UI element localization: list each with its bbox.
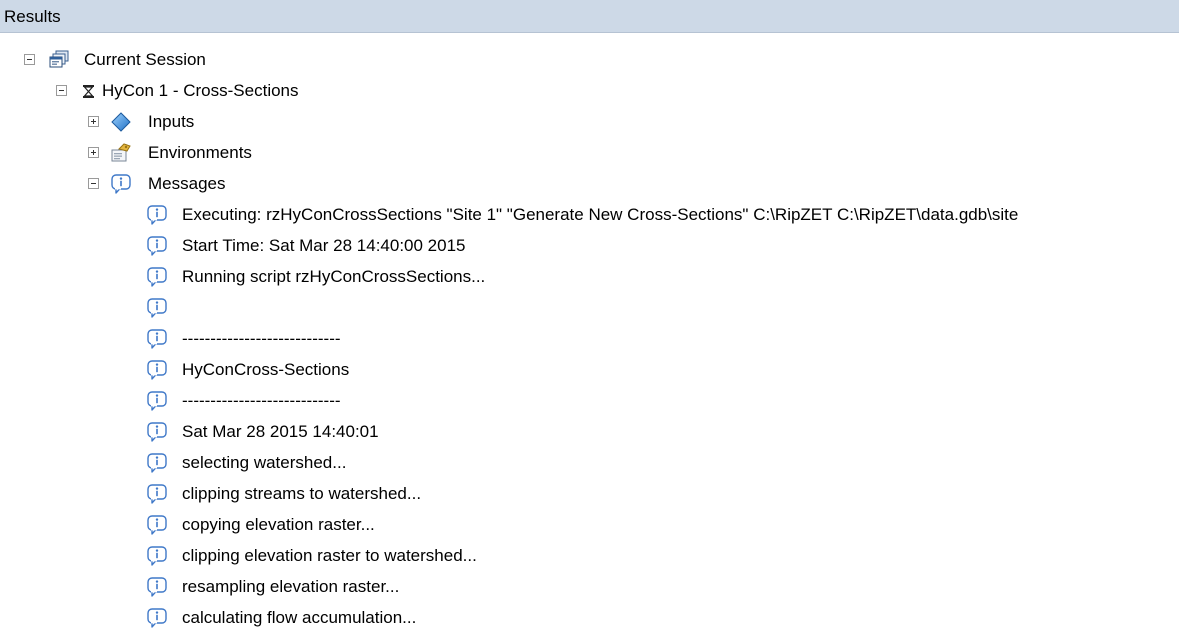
info-message-icon: [146, 483, 168, 505]
info-message-icon: [146, 514, 168, 536]
info-message-icon: [146, 421, 168, 443]
message-row[interactable]: calculating flow accumulation...: [0, 603, 1179, 634]
message-text: HyConCross-Sections: [182, 360, 350, 379]
info-message-icon: [146, 607, 168, 629]
message-text: selecting watershed...: [182, 453, 347, 472]
environments-icon: [110, 142, 132, 164]
collapse-toggle[interactable]: [24, 54, 35, 65]
message-row[interactable]: resampling elevation raster...: [0, 572, 1179, 603]
message-text: Executing: rzHyConCrossSections "Site 1"…: [182, 205, 1019, 224]
message-text: clipping elevation raster to watershed..…: [182, 546, 477, 565]
info-message-icon: [146, 390, 168, 412]
message-text: resampling elevation raster...: [182, 577, 400, 596]
info-message-icon: [146, 266, 168, 288]
message-row[interactable]: selecting watershed...: [0, 448, 1179, 479]
collapse-toggle[interactable]: [56, 85, 67, 96]
message-row[interactable]: HyConCross-Sections: [0, 355, 1179, 386]
message-text: ----------------------------: [182, 391, 341, 410]
message-row[interactable]: Sat Mar 28 2015 14:40:01: [0, 417, 1179, 448]
message-text: Sat Mar 28 2015 14:40:01: [182, 422, 379, 441]
message-row[interactable]: Running script rzHyConCrossSections...: [0, 262, 1179, 293]
message-text: copying elevation raster...: [182, 515, 375, 534]
message-row[interactable]: copying elevation raster...: [0, 510, 1179, 541]
info-message-icon: [146, 545, 168, 567]
results-tree: Current Session HyCon 1 - Cross-Sections: [0, 0, 1179, 632]
message-text: Running script rzHyConCrossSections...: [182, 267, 486, 286]
message-text: calculating flow accumulation...: [182, 608, 417, 627]
info-message-icon: [110, 173, 132, 195]
tree-node-messages[interactable]: Messages: [0, 169, 260, 200]
info-message-icon: [146, 204, 168, 226]
info-message-icon: [146, 452, 168, 474]
message-row[interactable]: clipping elevation raster to watershed..…: [0, 541, 1179, 572]
tree-label: Inputs: [148, 112, 195, 131]
message-text: Start Time: Sat Mar 28 14:40:00 2015: [182, 236, 466, 255]
message-row[interactable]: Start Time: Sat Mar 28 14:40:00 2015: [0, 231, 1179, 262]
tree-label: Messages: [148, 174, 226, 193]
expand-toggle[interactable]: [88, 116, 99, 127]
message-text: clipping streams to watershed...: [182, 484, 422, 503]
collapse-toggle[interactable]: [88, 178, 99, 189]
message-text: ----------------------------: [182, 329, 341, 348]
tree-label: Environments: [148, 143, 252, 162]
message-row[interactable]: Executing: rzHyConCrossSections "Site 1"…: [0, 200, 1179, 231]
info-message-icon: [146, 359, 168, 381]
tree-node-tool[interactable]: HyCon 1 - Cross-Sections: [0, 76, 380, 107]
message-row[interactable]: ----------------------------: [0, 386, 1179, 417]
info-message-icon: [146, 328, 168, 350]
tree-label: Current Session: [84, 50, 206, 69]
info-message-icon: [146, 576, 168, 598]
tree-label: HyCon 1 - Cross-Sections: [102, 81, 299, 100]
info-message-icon: [146, 297, 168, 319]
hourglass-icon: [80, 80, 98, 102]
session-icon: [48, 49, 70, 71]
message-row[interactable]: clipping streams to watershed...: [0, 479, 1179, 510]
tree-node-environments[interactable]: Environments: [0, 138, 300, 169]
expand-toggle[interactable]: [88, 147, 99, 158]
message-row[interactable]: ----------------------------: [0, 324, 1179, 355]
info-message-icon: [146, 235, 168, 257]
diamond-icon: [110, 111, 132, 133]
message-row[interactable]: [0, 293, 1179, 324]
tree-node-inputs[interactable]: Inputs: [0, 107, 220, 138]
tree-node-current-session[interactable]: Current Session: [0, 45, 260, 76]
